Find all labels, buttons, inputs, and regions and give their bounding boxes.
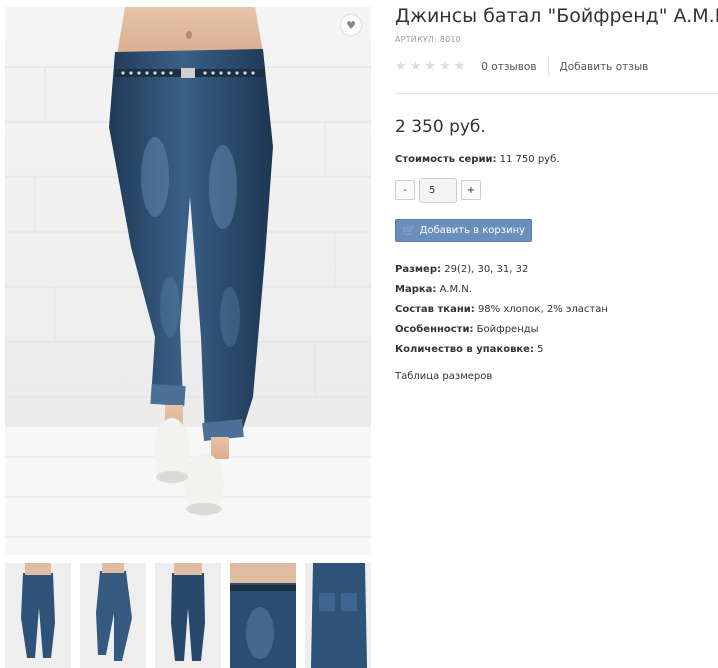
add-to-cart-button[interactable]: 🛒 Добавить в корзину bbox=[395, 219, 532, 242]
divider bbox=[547, 58, 549, 76]
star-icon[interactable]: ★ bbox=[454, 60, 466, 74]
add-review-link[interactable]: Добавить отзыв bbox=[560, 61, 649, 73]
thumbnail-3[interactable] bbox=[155, 563, 221, 668]
qty-input[interactable] bbox=[419, 177, 457, 203]
star-icon[interactable]: ★ bbox=[410, 60, 422, 74]
spec-features: Особенности: Бойфренды bbox=[395, 323, 608, 343]
qty-plus-button[interactable]: + bbox=[461, 180, 481, 200]
star-icon[interactable]: ★ bbox=[439, 60, 451, 74]
divider bbox=[395, 93, 718, 94]
product-title: Джинсы батал "Бойфренд" A.M.N bbox=[395, 5, 718, 27]
favorite-heart-icon[interactable]: ♥ bbox=[341, 15, 361, 35]
spec-value: 29(2), 30, 31, 32 bbox=[444, 264, 529, 275]
spec-size: Размер: 29(2), 30, 31, 32 bbox=[395, 263, 608, 283]
spec-value: A.M.N. bbox=[439, 284, 472, 295]
spec-value: 98% хлопок, 2% эластан bbox=[477, 304, 608, 315]
spec-pack-quantity: Количество в упаковке: 5 bbox=[395, 343, 608, 363]
thumbnail-5[interactable] bbox=[305, 563, 371, 668]
spec-value: 5 bbox=[537, 344, 544, 355]
thumbnail-gallery bbox=[5, 563, 375, 668]
star-icon[interactable]: ★ bbox=[395, 60, 407, 74]
series-cost-value: 11 750 руб. bbox=[499, 154, 560, 165]
qty-minus-button[interactable]: - bbox=[395, 180, 415, 200]
product-sku: АРТИКУЛ: 8010 bbox=[395, 35, 461, 44]
spec-label: Особенности: bbox=[395, 324, 474, 335]
spec-label: Размер: bbox=[395, 264, 442, 275]
thumbnail-4[interactable] bbox=[230, 563, 296, 668]
quantity-stepper: - + bbox=[395, 177, 481, 203]
thumbnail-1[interactable] bbox=[5, 563, 71, 668]
rating-stars[interactable]: ★ ★ ★ ★ ★ bbox=[395, 60, 465, 74]
spec-value: Бойфренды bbox=[476, 324, 539, 335]
series-cost: Стоимость серии: 11 750 руб. bbox=[395, 154, 559, 165]
add-to-cart-label: Добавить в корзину bbox=[419, 225, 526, 236]
cart-icon: 🛒 bbox=[401, 224, 416, 237]
spec-label: Марка: bbox=[395, 284, 437, 295]
size-table-link[interactable]: Таблица размеров bbox=[395, 371, 492, 382]
rating-row: ★ ★ ★ ★ ★ 0 отзывов Добавить отзыв bbox=[395, 58, 648, 76]
spec-brand: Марка: A.M.N. bbox=[395, 283, 608, 303]
thumbnail-2[interactable] bbox=[80, 563, 146, 668]
spec-label: Количество в упаковке: bbox=[395, 344, 534, 355]
jeans-photo bbox=[5, 7, 371, 555]
product-main-image[interactable]: ♥ bbox=[5, 7, 371, 555]
product-price: 2 350 руб. bbox=[395, 117, 486, 137]
reviews-count-link[interactable]: 0 отзывов bbox=[481, 61, 536, 73]
star-icon[interactable]: ★ bbox=[424, 60, 436, 74]
spec-fabric: Состав ткани: 98% хлопок, 2% эластан bbox=[395, 303, 608, 323]
series-cost-label: Стоимость серии: bbox=[395, 154, 497, 165]
product-specs: Размер: 29(2), 30, 31, 32 Марка: A.M.N. … bbox=[395, 263, 608, 363]
spec-label: Состав ткани: bbox=[395, 304, 475, 315]
